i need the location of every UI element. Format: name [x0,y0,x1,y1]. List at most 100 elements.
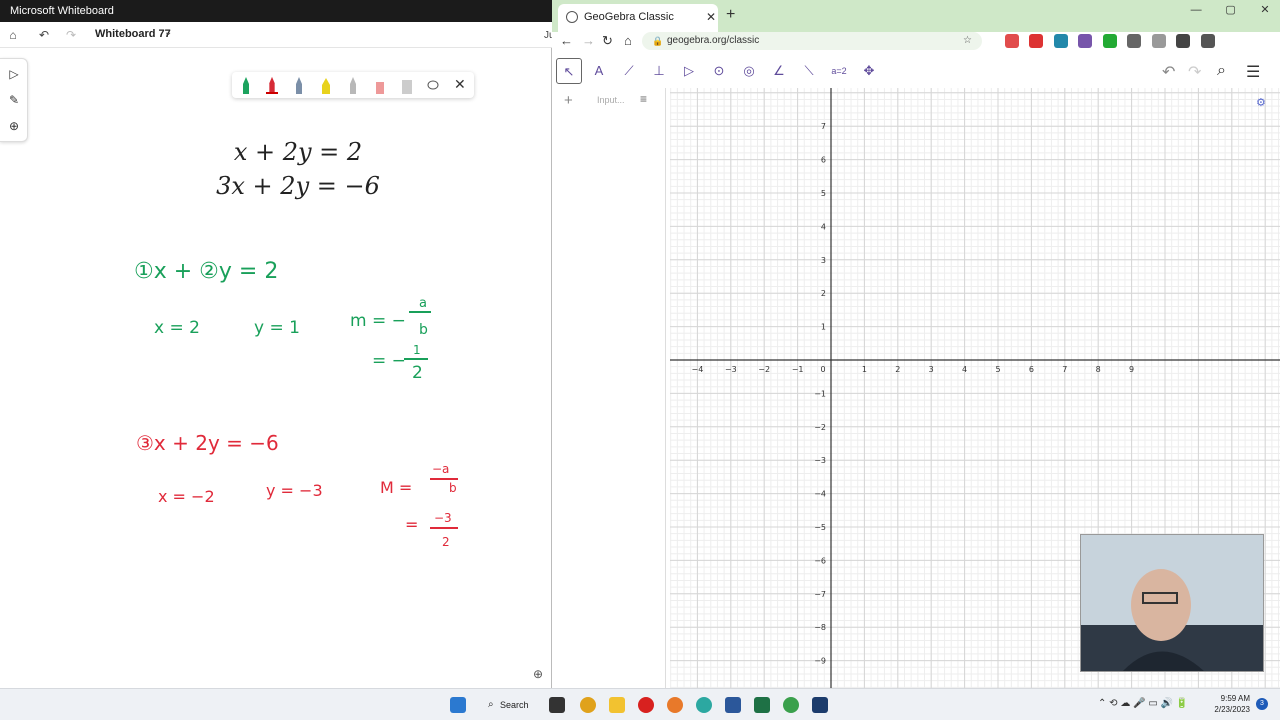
address-bar[interactable]: 🔒 geogebra.org/classic ☆ [642,32,982,50]
y-tick-label: −1 [814,389,826,398]
geogebra-toolbar: ↖ A ⟋ ⊥ ▷ ⊙ ◎ ∠ ⟍ a=2 ✥ ↶ ↷ ⌕ ☰ [552,54,1280,88]
y-tick-label: 4 [821,222,826,231]
move-tool-icon[interactable]: ↖ [556,58,582,84]
ink-eq2-m: M = [380,478,412,497]
ink-eq2-m-num: −a [432,462,449,476]
file-explorer-icon[interactable] [609,697,625,713]
menu-icon[interactable] [1200,34,1215,48]
ink-eq1-x: x = 2 [154,318,200,338]
opera-icon[interactable] [638,697,654,713]
ink-eq1-m2-num: 1 [413,343,421,357]
graphics-style-icon[interactable]: ⚙ [1256,96,1266,109]
star-icon[interactable]: ☆ [963,32,972,50]
perpendicular-tool-icon[interactable]: ⊥ [646,58,672,84]
ink-eq2-m-den: b [449,481,457,495]
reload-icon[interactable]: ↻ [602,32,613,50]
polygon-tool-icon[interactable]: ▷ [676,58,702,84]
circle-tool-icon[interactable]: ⊙ [706,58,732,84]
extension-icon[interactable] [1078,34,1093,48]
taskbar-search[interactable]: ⌕ Search [480,696,538,714]
tab-strip: GeoGebra Classic ✕ + — ▢ ✕ [552,0,1280,32]
forward-icon[interactable]: → [582,32,595,50]
whiteboard-window: Microsoft Whiteboard ⌂ ↶ ↷ Whiteboard 77… [0,0,555,688]
y-tick-label: −3 [814,456,826,465]
extension-icon[interactable] [1005,34,1019,48]
tab-geogebra[interactable]: GeoGebra Classic ✕ [558,4,718,32]
x-tick-label: −2 [758,365,770,374]
word-icon[interactable] [725,697,741,713]
back-icon[interactable]: ← [560,32,573,50]
x-tick-label: 5 [995,365,1000,374]
clock[interactable]: 9:59 AM 2/23/2023 [1210,693,1250,715]
extension-icon[interactable] [1127,34,1142,48]
start-icon[interactable] [450,697,466,713]
y-tick-label: −8 [814,623,826,632]
ink-eq2-y: y = −3 [266,481,323,500]
x-tick-label: −4 [692,365,704,374]
x-tick-label: 8 [1096,365,1101,374]
undo-icon[interactable]: ↶ [1162,62,1175,82]
ink-eq2-m2-num: −3 [434,511,452,525]
ink-eq1-m2: = − [372,351,406,371]
point-tool-icon[interactable]: A [586,58,612,84]
canvas-ink: x + 2y = 2 3x + 2y = −6 ①x + ②y = 2 x = … [134,138,458,549]
redo-icon[interactable]: ↷ [1188,62,1201,82]
line-tool-icon[interactable]: ⟋ [616,58,642,84]
y-tick-label: −2 [814,423,826,432]
puzzle-icon[interactable] [1176,34,1191,48]
firefox-icon[interactable] [667,697,683,713]
time: 9:59 AM [1220,694,1250,703]
angle-tool-icon[interactable]: ∠ [766,58,792,84]
add-icon[interactable]: + [564,92,573,109]
reflect-tool-icon[interactable]: ⟍ [796,58,822,84]
y-tick-label: −5 [814,523,826,532]
search-icon[interactable]: ⌕ [1217,62,1226,80]
presenter-image [1081,535,1263,671]
date: 2/23/2023 [1214,705,1250,714]
extension-icon[interactable] [1102,34,1117,48]
zoom-icon[interactable]: ⊕ [533,667,543,681]
minimize-icon[interactable]: — [1181,0,1211,20]
lock-icon[interactable]: 🔒 [652,32,663,50]
search-label: Search [500,700,529,710]
algebra-input[interactable]: Input... [597,95,625,105]
extension-icon[interactable] [1151,34,1166,48]
task-view-icon[interactable] [549,697,565,713]
taskbar: ⌕ Search ⌃ ⟲ ☁ 🎤 ▭ 🔊 🔋 9:59 AM 2/23/2023… [0,688,1280,720]
x-tick-label: 3 [929,365,934,374]
close-icon[interactable]: ✕ [706,4,716,30]
browser-toolbar: ← → ↻ ⌂ 🔒 geogebra.org/classic ☆ [552,32,1280,50]
edge-icon[interactable] [696,697,712,713]
extension-icon[interactable] [1029,34,1044,48]
new-tab-icon[interactable]: + [726,6,735,24]
ink-eq2-x: x = −2 [158,487,215,506]
keyboard-icon[interactable]: ≡ [640,92,647,106]
url-text: geogebra.org/classic [667,35,760,46]
excel-icon[interactable] [754,697,770,713]
x-tick-label: 9 [1129,365,1134,374]
green-ink: ①x + ②y = 2 x = 2 y = 1 m = − a b = − 1 … [134,259,431,383]
x-tick-label: 2 [895,365,900,374]
slider-tool-icon[interactable]: a=2 [826,58,852,84]
notification-badge[interactable]: 3 [1256,698,1268,710]
ink-eq1-m: m = − [350,311,406,331]
chrome-icon[interactable] [580,697,596,713]
home-icon[interactable]: ⌂ [624,32,632,50]
y-tick-label: 5 [821,189,826,198]
ellipse-tool-icon[interactable]: ◎ [736,58,762,84]
chrome-icon[interactable] [783,697,799,713]
typed-equation-2: 3x + 2y = −6 [216,172,380,200]
menu-icon[interactable]: ☰ [1246,62,1260,82]
y-tick-label: 1 [821,323,826,332]
y-tick-label: 6 [821,156,826,165]
maximize-icon[interactable]: ▢ [1216,0,1246,20]
whiteboard-icon[interactable] [812,697,828,713]
close-window-icon[interactable]: ✕ [1250,0,1280,20]
system-tray[interactable]: ⌃ ⟲ ☁ 🎤 ▭ 🔊 🔋 [1098,698,1188,709]
ink-eq1-m2-den: 2 [412,363,423,383]
move-graphics-tool-icon[interactable]: ✥ [856,58,882,84]
extension-icon[interactable] [1053,34,1068,48]
red-ink: ③x + 2y = −6 x = −2 y = −3 M = −a b = −3… [136,431,458,549]
x-tick-label: 4 [962,365,967,374]
ink-eq1-y: y = 1 [254,318,300,338]
